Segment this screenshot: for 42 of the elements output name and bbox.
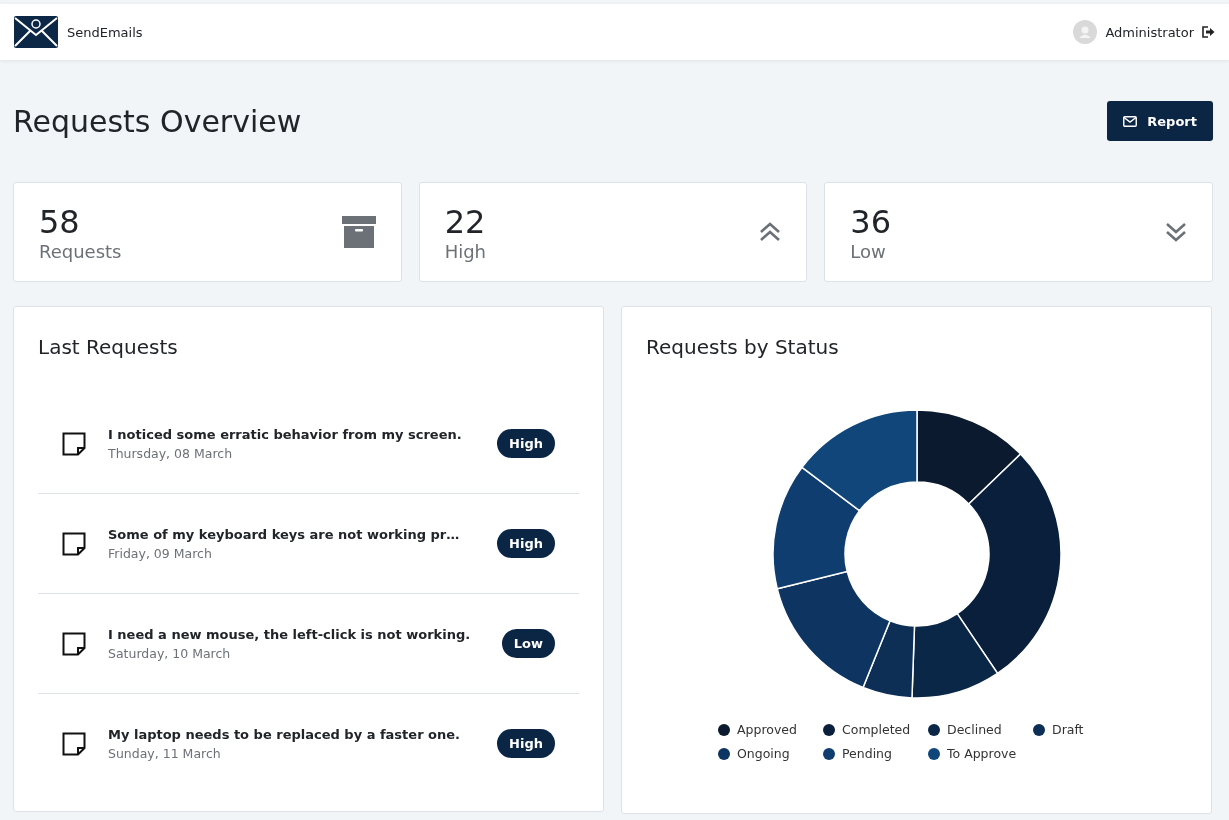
legend-label[interactable]: Completed [842, 722, 911, 737]
note-icon [62, 531, 86, 556]
priority-badge: High [497, 529, 555, 558]
double-chevron-up-icon [759, 222, 782, 242]
legend-label[interactable]: Draft [1052, 722, 1084, 737]
logout-icon[interactable] [1202, 26, 1215, 38]
stat-value: 22 [444, 202, 487, 241]
double-chevron-down-icon [1165, 222, 1187, 242]
card-title: Last Requests [38, 335, 179, 359]
envelope-logo-icon [14, 16, 58, 48]
stat-label: Requests [39, 240, 122, 262]
avatar-icon [1073, 20, 1098, 44]
stat-value: 58 [39, 202, 81, 241]
stat-label: Low [850, 240, 887, 262]
note-icon [62, 631, 86, 656]
legend-label[interactable]: Pending [842, 746, 892, 761]
note-icon [62, 431, 86, 456]
request-date: Saturday, 10 March [108, 645, 231, 661]
stat-value: 36 [850, 202, 892, 241]
request-date: Thursday, 08 March [108, 445, 233, 461]
brand-name: SendEmails [67, 24, 143, 40]
legend-label[interactable]: Declined [947, 722, 1002, 737]
priority-badge: Low [501, 629, 555, 658]
envelope-icon [1123, 115, 1138, 127]
priority-badge: High [497, 429, 555, 458]
request-date: Sunday, 11 March [108, 745, 221, 761]
request-title[interactable]: I need a new mouse, the left-click is not working. [108, 626, 471, 642]
legend-label[interactable]: Approved [737, 722, 797, 737]
legend-label[interactable]: Ongoing [737, 746, 790, 761]
legend-label[interactable]: To Approve [947, 746, 1017, 761]
request-title[interactable]: My laptop needs to be replaced by a faster one. [108, 726, 461, 742]
page-title: Requests Overview [13, 103, 302, 139]
stat-label: High [444, 240, 487, 262]
request-title[interactable]: Some of my keyboard keys are not working pr… [108, 526, 460, 542]
request-title[interactable]: I noticed some erratic behavior from my screen. [108, 426, 462, 442]
request-date: Friday, 09 March [108, 545, 212, 561]
archive-box-icon [341, 216, 376, 248]
priority-badge: High [497, 729, 555, 758]
report-button[interactable]: Report [1107, 101, 1213, 141]
user-name[interactable]: Administrator [1105, 24, 1194, 40]
note-icon [62, 731, 86, 756]
card-title: Requests by Status [646, 335, 840, 359]
